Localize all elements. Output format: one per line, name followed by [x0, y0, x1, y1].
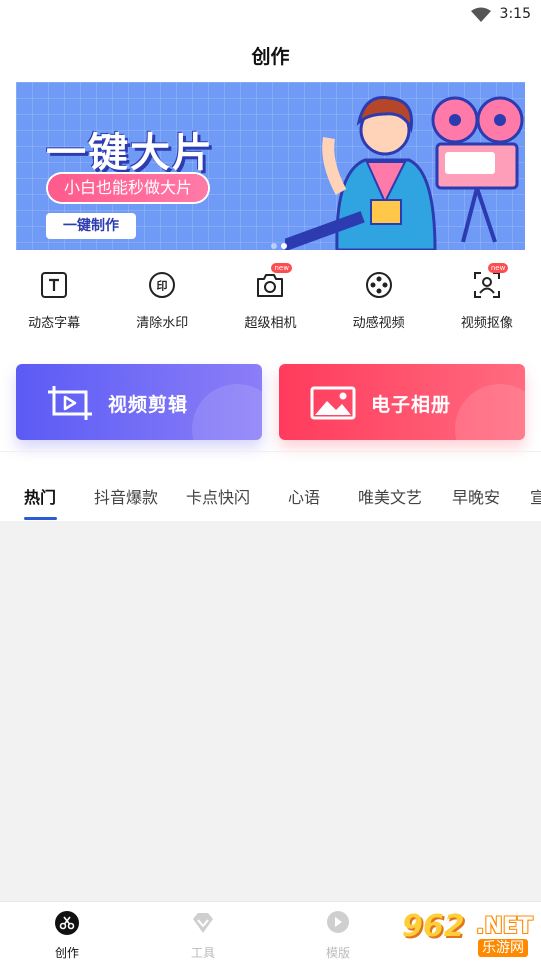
svg-text:印: 印	[157, 280, 168, 293]
content-area	[0, 521, 541, 901]
tool-super-camera[interactable]: new 超级相机	[216, 263, 324, 331]
banner-subtitle: 小白也能秒做大片	[48, 174, 209, 202]
status-time: 3:15	[499, 6, 531, 22]
tool-label: 动感视频	[352, 316, 405, 331]
banner-make-button[interactable]: 一键制作	[46, 213, 136, 239]
text-icon	[41, 272, 68, 298]
tool-video-matting[interactable]: new 视频抠像	[433, 263, 541, 331]
nav-create[interactable]: 创作	[27, 910, 107, 961]
watermark-site: 乐游网	[478, 939, 528, 957]
tool-label: 视频抠像	[460, 316, 513, 331]
page-title: 创作	[251, 46, 290, 68]
video-edit-label: 视频剪辑	[108, 394, 189, 416]
tool-label: 清除水印	[136, 316, 189, 331]
tab-heart-words[interactable]: 心语	[288, 484, 320, 508]
tab-morning-night[interactable]: 早晚安	[452, 484, 500, 508]
electronic-album-button[interactable]: 电子相册	[279, 364, 525, 440]
wifi-icon	[471, 7, 491, 22]
tool-label: 动态字幕	[28, 316, 81, 331]
video-edit-button[interactable]: 视频剪辑	[16, 364, 262, 440]
tool-dynamic-video[interactable]: 动感视频	[325, 268, 433, 331]
tools-row: 动态字幕 印 清除水印 new 超级相机 动感视频 new 视频抠像	[0, 263, 541, 331]
new-badge: new	[487, 263, 509, 273]
crop-play-icon	[48, 386, 92, 420]
nav-label: 工具	[190, 946, 215, 960]
nav-templates[interactable]: 模版	[298, 910, 378, 961]
status-bar: 3:15	[0, 0, 541, 30]
promo-banner[interactable]: 一键大片 小白也能秒做大片 一键制作	[16, 82, 525, 250]
image-icon	[310, 386, 356, 420]
banner-pagination	[271, 234, 291, 250]
pagination-dot-active	[281, 243, 287, 249]
tool-label: 超级相机	[244, 316, 297, 331]
decoration	[455, 384, 525, 440]
scissors-icon	[55, 911, 79, 935]
tab-hot[interactable]: 热门	[24, 484, 56, 508]
film-reel-icon	[365, 272, 392, 298]
album-label: 电子相册	[371, 394, 452, 416]
tool-dynamic-subtitle[interactable]: 动态字幕	[0, 268, 108, 331]
banner-title: 一键大片	[46, 130, 214, 176]
watermark-number: 962	[402, 909, 465, 944]
banner-illustration	[285, 96, 524, 250]
divider	[0, 451, 541, 452]
tab-douyin-hits[interactable]: 抖音爆款	[94, 484, 158, 508]
category-tabs: 热门 抖音爆款 卡点快闪 心语 唯美文艺 早晚安 宣	[0, 472, 541, 520]
tab-aesthetic[interactable]: 唯美文艺	[358, 484, 422, 508]
active-tab-indicator	[24, 517, 57, 520]
site-watermark: 962 .NET 乐游网	[402, 909, 538, 959]
tab-more[interactable]: 宣	[530, 484, 541, 508]
watermark-suffix: .NET	[476, 914, 533, 939]
portrait-scan-icon	[473, 272, 500, 298]
new-badge: new	[271, 263, 292, 273]
nav-tools[interactable]: 工具	[163, 910, 243, 961]
tab-beat-flash[interactable]: 卡点快闪	[186, 484, 250, 508]
camera-icon	[257, 274, 284, 297]
decoration	[192, 384, 262, 440]
nav-label: 模版	[325, 946, 350, 960]
tool-remove-watermark[interactable]: 印 清除水印	[108, 268, 216, 331]
diamond-icon	[193, 913, 213, 933]
nav-label: 创作	[54, 946, 79, 960]
stamp-icon: 印	[149, 272, 176, 298]
play-bubble-icon	[327, 911, 349, 933]
pagination-dot	[271, 243, 277, 249]
